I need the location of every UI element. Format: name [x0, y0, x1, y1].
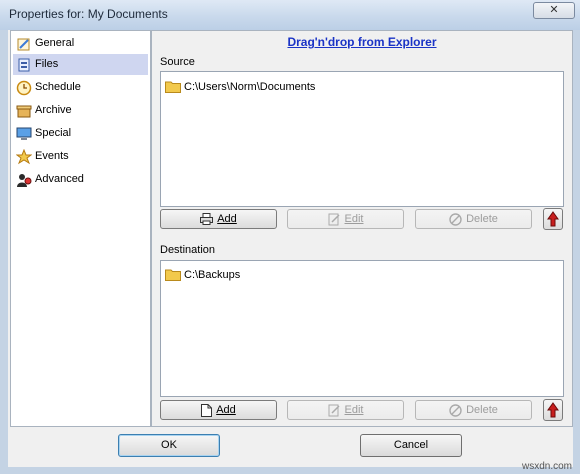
- clock-icon: [16, 80, 32, 96]
- sidebar-item-label: Advanced: [35, 173, 84, 185]
- destination-label: Destination: [160, 244, 216, 256]
- up-arrow-icon: [547, 211, 559, 227]
- sidebar-item-general[interactable]: General: [13, 33, 148, 54]
- destination-delete-button[interactable]: Delete: [415, 400, 532, 420]
- advanced-icon: [17, 174, 32, 187]
- source-delete-button[interactable]: Delete: [415, 209, 532, 229]
- sidebar-item-schedule[interactable]: Schedule: [13, 77, 148, 98]
- dialog-client: General Files Schedule Archive Special E…: [8, 30, 573, 467]
- destination-move-up-button[interactable]: [543, 399, 563, 421]
- folder-icon: [165, 269, 181, 281]
- edit-icon: [328, 213, 340, 226]
- files-icon: [18, 58, 30, 72]
- folder-icon: [165, 81, 181, 93]
- close-icon: ✕: [549, 4, 559, 16]
- sidebar-item-special[interactable]: Special: [13, 123, 148, 144]
- ok-button[interactable]: OK: [118, 434, 220, 457]
- printer-icon: [200, 213, 214, 226]
- archive-icon: [16, 105, 32, 118]
- drag-drop-link[interactable]: Drag'n'drop from Explorer: [152, 35, 572, 49]
- source-label: Source: [160, 56, 195, 68]
- title-bar: Properties for: My Documents ✕: [0, 0, 580, 30]
- general-icon: [17, 38, 30, 51]
- sidebar-item-label: Archive: [35, 104, 72, 116]
- monitor-icon: [16, 127, 32, 140]
- sidebar-item-files[interactable]: Files: [13, 54, 148, 75]
- sidebar-item-label: General: [35, 37, 75, 49]
- sidebar-nav: General Files Schedule Archive Special E…: [10, 30, 151, 427]
- window-title: Properties for: My Documents: [9, 7, 168, 21]
- sidebar-item-archive[interactable]: Archive: [13, 100, 148, 121]
- destination-add-button[interactable]: Add: [160, 400, 277, 420]
- source-path: C:\Users\Norm\Documents: [184, 81, 316, 93]
- edit-icon: [328, 404, 340, 417]
- sidebar-item-label: Schedule: [35, 81, 81, 93]
- source-list[interactable]: C:\Users\Norm\Documents: [160, 71, 564, 207]
- sidebar-item-advanced[interactable]: Advanced: [13, 169, 148, 190]
- destination-path: C:\Backups: [184, 269, 241, 281]
- sidebar-item-events[interactable]: Events: [13, 146, 148, 167]
- events-icon: [16, 149, 32, 165]
- cancel-button[interactable]: Cancel: [360, 434, 462, 457]
- watermark: wsxdn.com: [521, 461, 572, 472]
- source-add-button[interactable]: Add: [160, 209, 277, 229]
- new-document-icon: [201, 403, 213, 417]
- no-entry-icon: [449, 403, 462, 417]
- sidebar-item-label: Files: [35, 58, 59, 70]
- source-edit-button[interactable]: Edit: [287, 209, 404, 229]
- files-panel: Drag'n'drop from Explorer Source C:\User…: [151, 30, 573, 427]
- destination-edit-button[interactable]: Edit: [287, 400, 404, 420]
- destination-list[interactable]: C:\Backups: [160, 260, 564, 397]
- sidebar-item-label: Special: [35, 127, 72, 139]
- no-entry-icon: [449, 212, 462, 226]
- close-button[interactable]: ✕: [533, 2, 575, 19]
- source-move-up-button[interactable]: [543, 208, 563, 230]
- up-arrow-icon: [547, 402, 559, 418]
- sidebar-item-label: Events: [35, 150, 69, 162]
